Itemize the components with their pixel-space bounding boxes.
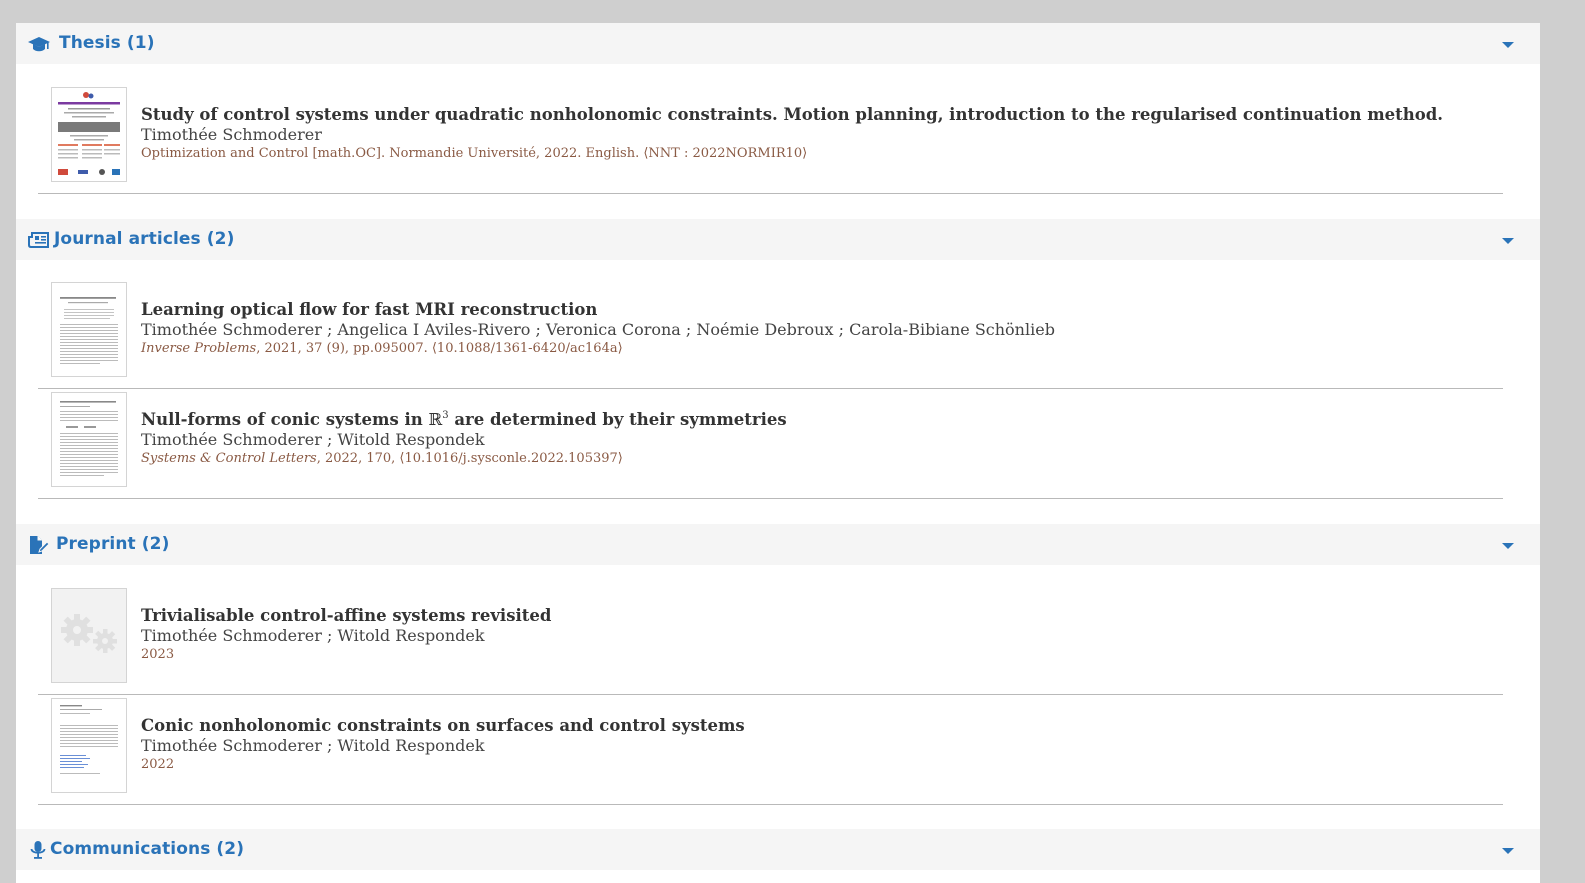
section-title-journal-articles: Journal articles (2) — [54, 229, 235, 249]
microphone-icon — [30, 841, 46, 859]
document-thumbnail[interactable] — [51, 87, 127, 182]
publication-item: Null-forms of conic systems in ℝ3 are de… — [38, 392, 1503, 499]
publication-details: , 2022, 170, ⟨10.1016/j.sysconle.2022.10… — [316, 451, 623, 466]
article-page-icon — [60, 297, 118, 364]
real-numbers-symbol: ℝ — [428, 410, 443, 429]
publication-meta: Inverse Problems, 2021, 37 (9), pp.09500… — [141, 340, 1491, 358]
publication-authors: Timothée Schmoderer — [141, 125, 322, 144]
publication-text: Null-forms of conic systems in ℝ3 are de… — [141, 410, 1491, 468]
publication-details: , 2021, 37 (9), pp.095007. ⟨10.1088/1361… — [256, 341, 623, 356]
publication-text: Trivialisable control-affine systems rev… — [141, 606, 1491, 664]
publication-item: Study of control systems under quadratic… — [38, 87, 1503, 194]
publication-item: Learning optical flow for fast MRI recon… — [38, 282, 1503, 389]
section-title-preprint: Preprint (2) — [56, 534, 170, 554]
document-thumbnail[interactable] — [51, 698, 127, 793]
publication-item: Conic nonholonomic constraints on surfac… — [38, 698, 1503, 805]
chevron-down-icon[interactable] — [1502, 543, 1514, 549]
publication-authors: Timothée Schmoderer ; Angelica I Aviles-… — [141, 320, 1055, 339]
publication-title[interactable]: Learning optical flow for fast MRI recon… — [141, 300, 1491, 320]
document-thumbnail[interactable] — [51, 282, 127, 377]
document-thumbnail[interactable] — [51, 588, 127, 683]
chevron-down-icon[interactable] — [1502, 848, 1514, 854]
section-header-thesis[interactable]: Thesis (1) — [16, 23, 1540, 64]
title-part: are determined by their symmetries — [448, 410, 787, 429]
publication-title[interactable]: Conic nonholonomic constraints on surfac… — [141, 716, 1491, 736]
publication-authors: Timothée Schmoderer ; Witold Respondek — [141, 736, 485, 755]
section-title-communications: Communications (2) — [50, 839, 245, 859]
section-title-thesis: Thesis (1) — [59, 33, 155, 53]
publication-meta: Systems & Control Letters, 2022, 170, ⟨1… — [141, 450, 1491, 468]
journal-name: Systems & Control Letters — [141, 451, 317, 466]
publication-authors: Timothée Schmoderer ; Witold Respondek — [141, 430, 485, 449]
publication-meta: Optimization and Control [math.OC]. Norm… — [141, 146, 808, 161]
publication-title[interactable]: Null-forms of conic systems in ℝ3 are de… — [141, 410, 1491, 430]
preprint-page-icon — [60, 705, 118, 774]
section-header-preprint[interactable]: Preprint (2) — [16, 524, 1540, 565]
publication-title[interactable]: Study of control systems under quadratic… — [141, 105, 1491, 125]
file-pen-icon — [30, 536, 50, 554]
newspaper-icon — [28, 232, 49, 248]
publication-text: Learning optical flow for fast MRI recon… — [141, 300, 1491, 358]
article-page-icon — [60, 401, 118, 476]
section-header-journal-articles[interactable]: Journal articles (2) — [16, 219, 1540, 260]
chevron-down-icon[interactable] — [1502, 238, 1514, 244]
gears-placeholder-icon — [61, 614, 117, 653]
publication-year: 2022 — [141, 757, 175, 772]
publication-text: Conic nonholonomic constraints on surfac… — [141, 716, 1491, 774]
thesis-cover-icon — [58, 92, 120, 175]
title-part: Null-forms of conic systems in — [141, 410, 429, 429]
publication-year: 2023 — [141, 647, 175, 662]
document-thumbnail[interactable] — [51, 392, 127, 487]
publication-text: Study of control systems under quadratic… — [141, 105, 1491, 163]
journal-name: Inverse Problems — [141, 341, 257, 356]
graduation-cap-icon — [28, 37, 50, 52]
publication-list-panel: Thesis (1) Study of control systems unde… — [16, 23, 1540, 883]
section-header-communications[interactable]: Communications (2) — [16, 829, 1540, 870]
chevron-down-icon[interactable] — [1502, 42, 1514, 48]
publication-title[interactable]: Trivialisable control-affine systems rev… — [141, 606, 1491, 626]
publication-item: Trivialisable control-affine systems rev… — [38, 588, 1503, 695]
publication-authors: Timothée Schmoderer ; Witold Respondek — [141, 626, 485, 645]
